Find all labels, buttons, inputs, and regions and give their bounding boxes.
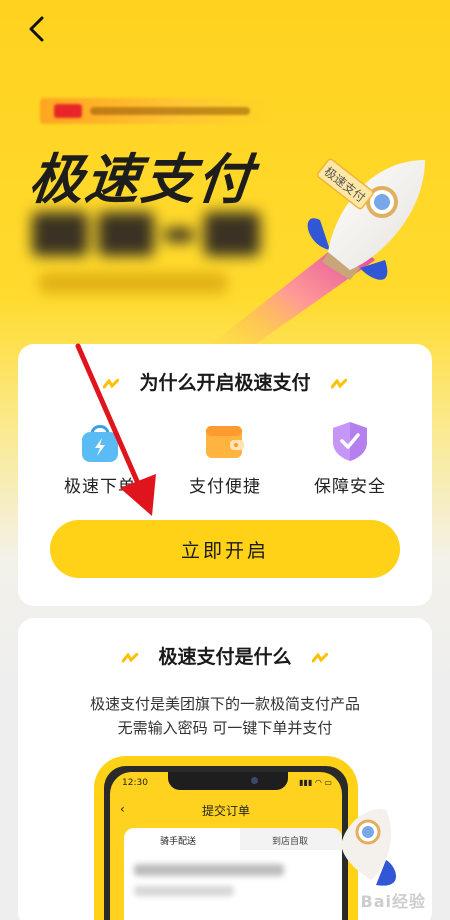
squiggle-decoration-icon	[121, 652, 138, 662]
what-card-title-row: 极速支付是什么	[18, 642, 432, 669]
shield-check-icon	[333, 422, 367, 461]
phone-status-time: 12:30	[122, 778, 148, 788]
shopping-bag-lightning-icon	[82, 425, 118, 462]
enable-now-button[interactable]: 立即开启	[50, 520, 400, 578]
feature-label: 支付便捷	[189, 477, 261, 497]
what-card-title: 极速支付是什么	[158, 646, 292, 668]
phone-tab-rider-delivery: 骑手配送	[160, 837, 197, 847]
why-card-title: 为什么开启极速支付	[139, 372, 311, 394]
chevron-left-icon	[29, 16, 44, 42]
phone-screen-title: 提交订单	[201, 804, 250, 818]
back-button[interactable]	[22, 14, 52, 44]
description-line: 无需输入密码 可一键下单并支付	[117, 719, 333, 737]
feature-easy-payment: 支付便捷	[165, 418, 285, 497]
wallet-icon	[206, 426, 244, 458]
why-enable-card: 为什么开启极速支付 极速下单 支付便捷 保障安全 立即开启	[18, 344, 432, 606]
squiggle-decoration-icon	[102, 378, 119, 388]
feature-fast-order: 极速下单	[40, 418, 160, 497]
watermark-text: Bai经验	[360, 892, 426, 911]
why-card-title-row: 为什么开启极速支付	[18, 368, 432, 395]
phone-status-icons: ▮▮▮ ◠ ▭	[299, 778, 332, 787]
squiggle-decoration-icon	[312, 652, 329, 662]
blurred-promo-tag	[40, 98, 272, 124]
squiggle-decoration-icon	[331, 378, 348, 388]
rocket-illustration: 极速支付	[210, 140, 450, 360]
blurred-hero-caption	[38, 272, 228, 294]
feature-label: 极速下单	[64, 477, 136, 497]
feature-label: 保障安全	[314, 477, 386, 497]
description-line: 极速支付是美团旗下的一款极简支付产品	[89, 695, 360, 713]
phone-order-panel: 骑手配送 到店自取	[124, 828, 342, 920]
what-card-description: 极速支付是美团旗下的一款极简支付产品 无需输入密码 可一键下单并支付	[18, 692, 432, 740]
feature-security: 保障安全	[290, 418, 410, 497]
